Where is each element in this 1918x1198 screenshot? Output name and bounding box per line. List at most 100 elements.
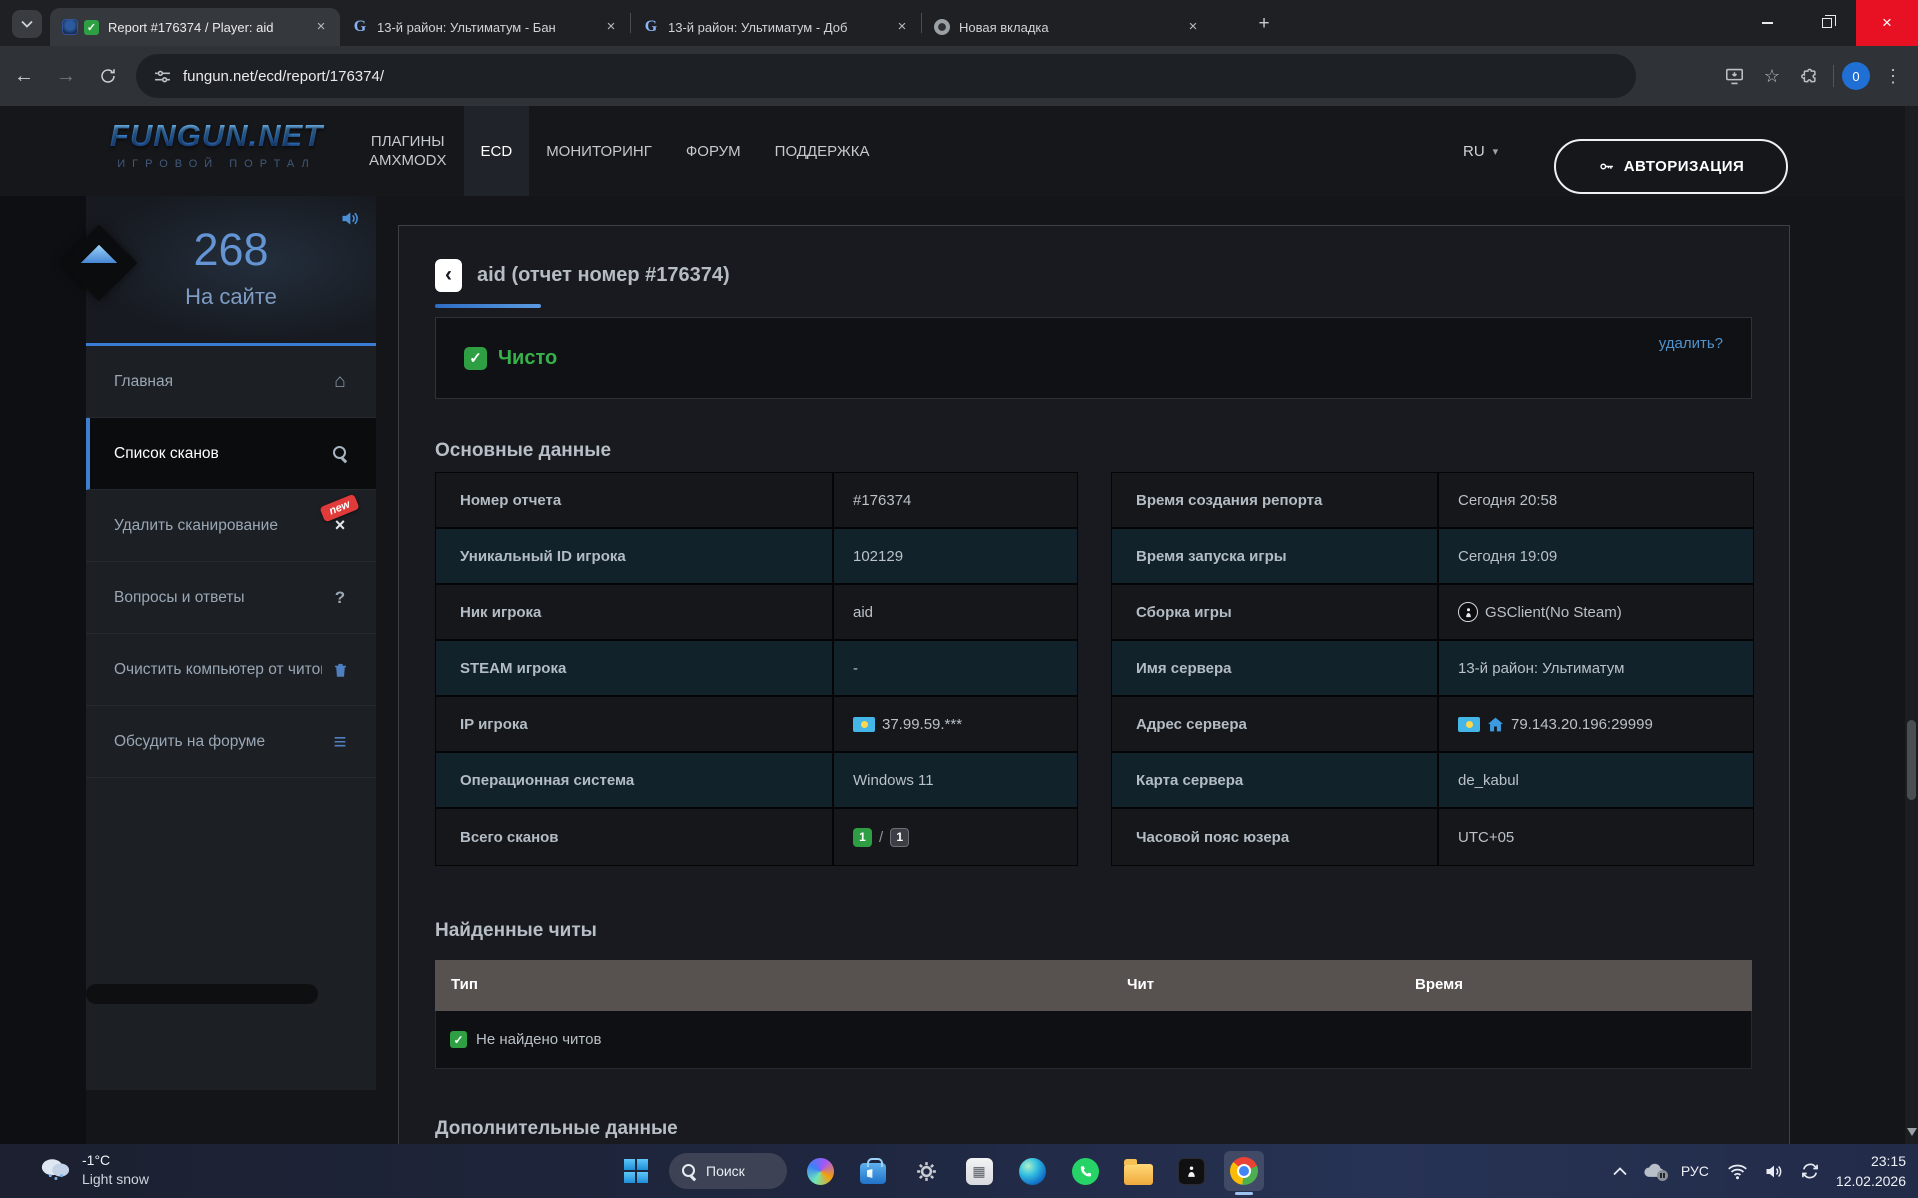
- scrollbar-down-arrow-icon[interactable]: [1907, 1128, 1917, 1136]
- site-logo[interactable]: FUNGUN.NET ИГРОВОЙ ПОРТАЛ: [104, 118, 329, 170]
- taskbar: -1°C Light snow Поиск ▦: [0, 1144, 1918, 1198]
- url-text: fungun.net/ecd/report/176374/: [183, 68, 384, 85]
- menu-kebab-icon[interactable]: ⋮: [1878, 61, 1908, 91]
- page-viewport: FUNGUN.NET ИГРОВОЙ ПОРТАЛ ПЛАГИНЫ AMXMOD…: [0, 106, 1918, 1144]
- clock-date: 12.02.2026: [1836, 1171, 1906, 1191]
- snow-cloud-icon: [38, 1155, 72, 1185]
- report-title: aid (отчет номер #176374): [477, 264, 730, 287]
- tab-close-icon[interactable]: ×: [602, 18, 620, 36]
- table-row: Ник игрокаaid: [436, 585, 1077, 641]
- new-tab-button[interactable]: +: [1252, 12, 1276, 36]
- settings-gear-icon[interactable]: [906, 1151, 946, 1191]
- sidebar-pill-decoration: [86, 984, 318, 1004]
- online-count: 268: [86, 224, 376, 276]
- microsoft-store-icon[interactable]: [853, 1151, 893, 1191]
- tab-ban[interactable]: G 13-й район: Ультиматум - Бан ×: [340, 8, 630, 46]
- reload-button[interactable]: [90, 58, 126, 94]
- wifi-icon[interactable]: [1727, 1163, 1748, 1180]
- sidebar-item-faq[interactable]: Вопросы и ответы ?: [86, 562, 376, 634]
- close-icon: ×: [1882, 13, 1892, 33]
- home-icon: ⌂: [330, 371, 350, 393]
- cheats-empty-row: ✓ Не найдено читов: [435, 1011, 1752, 1069]
- delete-link[interactable]: удалить?: [1659, 335, 1723, 352]
- toolbar-actions: ☆ 0 ⋮: [1719, 46, 1908, 106]
- main-data-table-left: Номер отчета#176374 Уникальный ID игрока…: [435, 472, 1078, 866]
- install-icon[interactable]: [1719, 61, 1749, 91]
- sidebar-item-forum-discuss[interactable]: Обсудить на форуме ≡: [86, 706, 376, 778]
- tray-language[interactable]: РУС: [1681, 1163, 1709, 1179]
- authorization-button[interactable]: АВТОРИЗАЦИЯ: [1554, 139, 1788, 194]
- sidebar-item-home[interactable]: Главная ⌂: [86, 346, 376, 418]
- nav-forum[interactable]: ФОРУМ: [669, 106, 758, 196]
- report-card: ‹ aid (отчет номер #176374) ✓ Чисто удал…: [398, 225, 1790, 1144]
- question-icon: ?: [330, 588, 350, 608]
- server-home-icon: [1487, 717, 1504, 732]
- logo-tagline: ИГРОВОЙ ПОРТАЛ: [104, 158, 329, 170]
- bookmark-star-icon[interactable]: ☆: [1757, 61, 1787, 91]
- kazakhstan-flag-icon: [853, 717, 875, 732]
- tab-title: 13-й район: Ультиматум - Бан: [377, 20, 602, 35]
- nav-ecd[interactable]: ECD: [464, 106, 530, 196]
- tab-report[interactable]: ✓ Report #176374 / Player: aid ×: [50, 8, 340, 46]
- restore-button[interactable]: [1797, 0, 1856, 46]
- back-button[interactable]: ←: [6, 58, 42, 94]
- onedrive-paused-icon[interactable]: [1643, 1163, 1665, 1179]
- tray-chevron-up-icon[interactable]: [1613, 1167, 1627, 1176]
- volume-icon[interactable]: [1764, 1163, 1784, 1180]
- start-button[interactable]: [616, 1151, 656, 1191]
- main-nav: ПЛАГИНЫ AMXMODX ECD МОНИТОРИНГ ФОРУМ ПОД…: [352, 106, 887, 196]
- tab-close-icon[interactable]: ×: [312, 18, 330, 36]
- nav-support[interactable]: ПОДДЕРЖКА: [758, 106, 887, 196]
- table-row: Имя сервера13-й район: Ультиматум: [1112, 641, 1753, 697]
- tab-close-icon[interactable]: ×: [893, 18, 911, 36]
- tab-newtab[interactable]: Новая вкладка ×: [922, 8, 1212, 46]
- trash-icon: [330, 662, 350, 678]
- minimize-button[interactable]: [1738, 0, 1797, 46]
- light-app-icon[interactable]: ▦: [959, 1151, 999, 1191]
- taskbar-search[interactable]: Поиск: [669, 1153, 787, 1189]
- found-cheats-heading: Найденные читы: [435, 920, 597, 942]
- tab-title: Новая вкладка: [959, 20, 1184, 35]
- back-chevron-button[interactable]: ‹: [435, 259, 462, 292]
- online-stats: 268 На сайте: [86, 196, 376, 346]
- sync-update-icon[interactable]: [1800, 1161, 1820, 1181]
- close-button[interactable]: ×: [1856, 0, 1918, 46]
- file-explorer-icon[interactable]: [1118, 1151, 1158, 1191]
- table-row: Уникальный ID игрока102129: [436, 529, 1077, 585]
- extensions-icon[interactable]: [1795, 61, 1825, 91]
- tray-clock[interactable]: 23:15 12.02.2026: [1836, 1151, 1906, 1191]
- nav-plugins[interactable]: ПЛАГИНЫ AMXMODX: [352, 106, 464, 196]
- scrollbar-thumb[interactable]: [1907, 720, 1916, 800]
- chrome-icon[interactable]: [1224, 1151, 1264, 1191]
- profile-avatar[interactable]: 0: [1842, 62, 1870, 90]
- sidebar-item-delete-scan[interactable]: Удалить сканирование new ×: [86, 490, 376, 562]
- tab-title: Report #176374 / Player: aid: [108, 20, 312, 35]
- tab-dob[interactable]: G 13-й район: Ультиматум - Доб ×: [631, 8, 921, 46]
- sidebar-item-scan-list[interactable]: Список сканов: [86, 418, 376, 490]
- browser-toolbar: ← → fungun.net/ecd/report/176374/: [0, 46, 1918, 106]
- clock-time: 23:15: [1836, 1151, 1906, 1171]
- tab-search-button[interactable]: [12, 10, 42, 38]
- nav-monitoring[interactable]: МОНИТОРИНГ: [529, 106, 669, 196]
- forward-button[interactable]: →: [48, 58, 84, 94]
- browser-tabstrip: ✓ Report #176374 / Player: aid × G 13-й …: [0, 0, 1918, 46]
- sidebar-item-clean-pc[interactable]: Очистить компьютер от читов: [86, 634, 376, 706]
- edge-icon[interactable]: [1012, 1151, 1052, 1191]
- language-select[interactable]: RU ▾: [1463, 136, 1527, 166]
- status-bar: ✓ Чисто удалить?: [435, 317, 1752, 399]
- taskbar-weather[interactable]: -1°C Light snow: [38, 1151, 149, 1189]
- page-scrollbar[interactable]: [1905, 106, 1918, 1144]
- tab-close-icon[interactable]: ×: [1184, 18, 1202, 36]
- weather-temp: -1°C: [82, 1151, 149, 1170]
- kazakhstan-flag-icon: [1458, 717, 1480, 732]
- copilot-icon[interactable]: [800, 1151, 840, 1191]
- reload-icon: [99, 67, 117, 85]
- site-settings-icon: [154, 68, 171, 85]
- taskbar-apps: Поиск ▦: [616, 1151, 1264, 1191]
- google-favicon-icon: G: [352, 19, 368, 35]
- whatsapp-icon[interactable]: [1065, 1151, 1105, 1191]
- dark-app-icon[interactable]: [1171, 1151, 1211, 1191]
- speaker-icon[interactable]: [339, 208, 360, 234]
- main-data-table-right: Время создания репортаСегодня 20:58 Врем…: [1111, 472, 1754, 866]
- address-bar[interactable]: fungun.net/ecd/report/176374/: [136, 54, 1636, 98]
